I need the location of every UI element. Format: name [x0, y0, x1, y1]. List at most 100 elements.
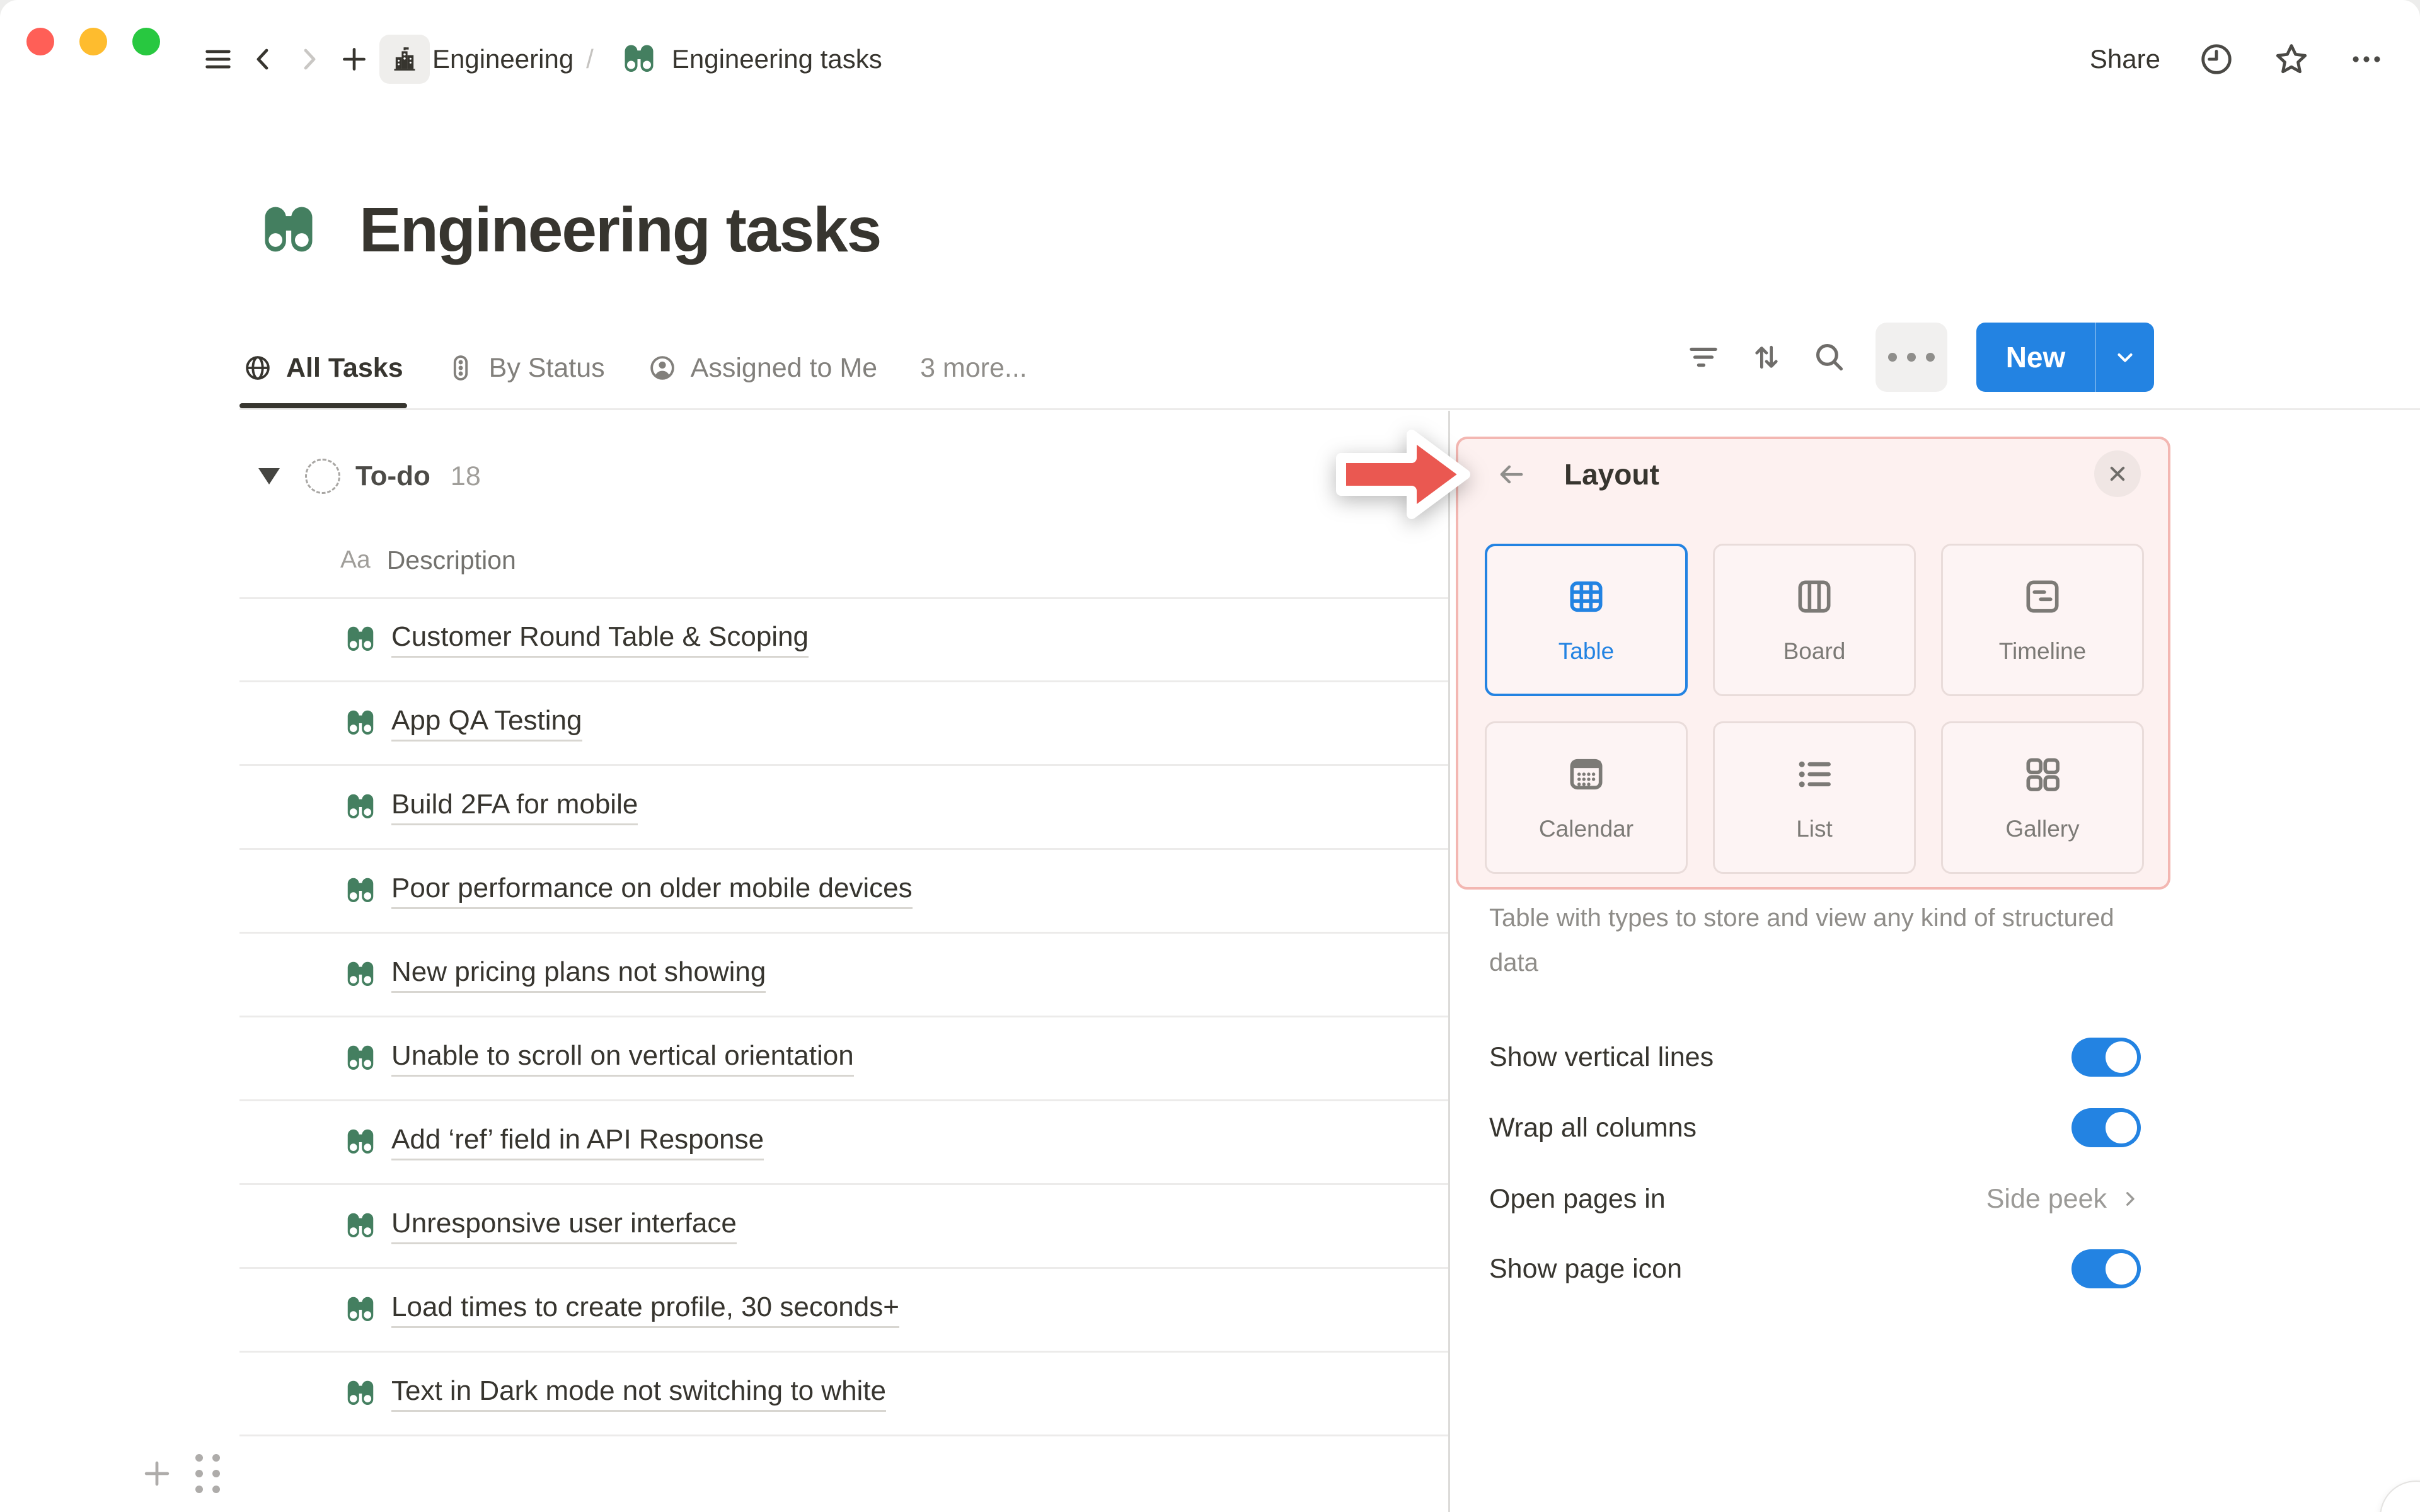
layout-option-label: Timeline [1998, 638, 2087, 664]
layout-option-timeline[interactable]: Timeline [1941, 544, 2144, 696]
binoculars-icon [347, 878, 374, 902]
zoom-window-button[interactable] [132, 28, 160, 55]
table-row[interactable]: New pricing plans not showing [239, 934, 1449, 1017]
back-button[interactable] [241, 37, 286, 82]
tab-label: By Status [488, 352, 605, 383]
column-header[interactable]: Aa Description [340, 542, 516, 578]
table-row[interactable]: Load times to create profile, 30 seconds… [239, 1269, 1449, 1353]
close-panel-button[interactable] [2094, 450, 2141, 497]
sort-icon [1755, 345, 1778, 369]
view-options-button[interactable] [1876, 323, 1947, 392]
search-button[interactable] [1812, 340, 1847, 374]
show-vertical-lines-toggle[interactable] [2071, 1038, 2141, 1077]
layout-option-label: Board [1783, 638, 1846, 664]
minimize-window-button[interactable] [79, 28, 107, 55]
new-page-button[interactable] [331, 37, 377, 82]
page-icon-binoculars[interactable] [257, 199, 320, 262]
topbar-left: Engineering / Engineering tasks [195, 25, 882, 93]
tab-assigned-to-me[interactable]: Assigned to Me [644, 333, 881, 403]
more-menu-button[interactable] [2348, 41, 2385, 77]
status-traffic-icon [453, 355, 468, 381]
group-header[interactable]: To-do 18 [258, 456, 481, 496]
layout-option-label: List [1796, 816, 1833, 842]
layout-option-list[interactable]: List [1713, 721, 1916, 874]
list-icon [1799, 761, 1831, 788]
tab-label: All Tasks [286, 352, 403, 383]
hamburger-icon [205, 50, 231, 69]
setting-label: Show vertical lines [1489, 1041, 1714, 1072]
sort-button[interactable] [1749, 340, 1783, 374]
open-pages-in-value: Side peek [1986, 1183, 2107, 1214]
forward-button[interactable] [286, 37, 331, 82]
page-title: Engineering tasks [359, 195, 882, 265]
collapse-triangle-icon[interactable] [258, 468, 280, 484]
table-row[interactable]: Text in Dark mode not switching to white [239, 1353, 1449, 1436]
setting-wrap-all-columns: Wrap all columns [1489, 1107, 2141, 1148]
sidebar-menu-button[interactable] [195, 37, 241, 82]
layout-option-gallery[interactable]: Gallery [1941, 721, 2144, 874]
table-row[interactable]: Poor performance on older mobile devices [239, 850, 1449, 934]
binoculars-icon [347, 1045, 374, 1070]
table-row[interactable]: Unresponsive user interface [239, 1185, 1449, 1269]
task-title[interactable]: Unable to scroll on vertical orientation [391, 1040, 854, 1077]
new-dropdown-button[interactable] [2096, 345, 2154, 369]
clock-icon [2201, 44, 2232, 74]
show-page-icon-toggle[interactable] [2071, 1249, 2141, 1288]
close-window-button[interactable] [26, 28, 54, 55]
breadcrumb-separator: / [586, 44, 594, 74]
chevron-right-icon [304, 49, 316, 70]
task-title[interactable]: New pricing plans not showing [391, 956, 766, 993]
chevron-right-icon [2126, 1192, 2135, 1206]
task-title[interactable]: Build 2FA for mobile [391, 789, 638, 825]
tab-by-status[interactable]: By Status [442, 333, 609, 403]
page-header: Engineering tasks [257, 194, 882, 266]
setting-show-page-icon: Show page icon [1489, 1248, 2141, 1290]
layout-option-table[interactable]: Table [1485, 544, 1688, 696]
plus-icon [343, 48, 366, 71]
table-row[interactable]: Add ‘ref’ field in API Response [239, 1101, 1449, 1185]
back-arrow-icon[interactable] [1495, 458, 1528, 491]
share-button[interactable]: Share [2090, 44, 2160, 74]
chevron-left-icon [256, 49, 268, 70]
task-title[interactable]: App QA Testing [391, 705, 582, 742]
help-button[interactable] [2380, 1480, 2420, 1512]
updates-button[interactable] [2198, 41, 2235, 77]
filter-button[interactable] [1686, 340, 1720, 374]
table-row[interactable]: Customer Round Table & Scoping [239, 598, 1449, 682]
view-toolbar: New [1686, 323, 2154, 392]
setting-label: Open pages in [1489, 1183, 1666, 1214]
breadcrumb-page-label: Engineering tasks [671, 44, 882, 74]
breadcrumb-space[interactable]: Engineering [432, 44, 573, 74]
layout-option-board[interactable]: Board [1713, 544, 1916, 696]
task-title[interactable]: Load times to create profile, 30 seconds… [391, 1292, 899, 1328]
layout-option-label: Table [1558, 638, 1615, 664]
new-button[interactable]: New [1976, 323, 2154, 392]
table-row[interactable]: App QA Testing [239, 682, 1449, 766]
task-title[interactable]: Poor performance on older mobile devices [391, 873, 913, 909]
task-title[interactable]: Unresponsive user interface [391, 1208, 737, 1244]
table-row[interactable]: Unable to scroll on vertical orientation [239, 1017, 1449, 1101]
add-row-plus-icon[interactable] [140, 1457, 174, 1491]
teamspace-icon-chip[interactable] [379, 35, 430, 84]
filter-icon [1690, 347, 1717, 367]
binoculars-icon [347, 710, 374, 735]
panel-divider[interactable] [1448, 411, 1450, 1512]
tab-all-tasks[interactable]: All Tasks [239, 333, 407, 408]
wrap-all-columns-toggle[interactable] [2071, 1108, 2141, 1147]
task-title[interactable]: Text in Dark mode not switching to white [391, 1375, 887, 1412]
more-views-label: 3 more... [920, 352, 1027, 383]
tab-more-views[interactable]: 3 more... [916, 333, 1031, 403]
building-icon [394, 47, 415, 71]
text-type-icon: Aa [340, 546, 371, 573]
drag-handle-icon[interactable] [195, 1454, 220, 1493]
setting-open-pages-in[interactable]: Open pages in Side peek [1489, 1178, 2141, 1220]
breadcrumb-page[interactable]: Engineering tasks [620, 40, 882, 78]
table-row[interactable]: Build 2FA for mobile [239, 766, 1449, 850]
favorite-button[interactable] [2273, 40, 2310, 78]
group-count: 18 [450, 461, 481, 491]
globe-icon [246, 356, 270, 380]
task-title[interactable]: Customer Round Table & Scoping [391, 621, 809, 658]
layout-option-calendar[interactable]: Calendar [1485, 721, 1688, 874]
panel-title: Layout [1564, 458, 1659, 491]
task-title[interactable]: Add ‘ref’ field in API Response [391, 1124, 764, 1160]
